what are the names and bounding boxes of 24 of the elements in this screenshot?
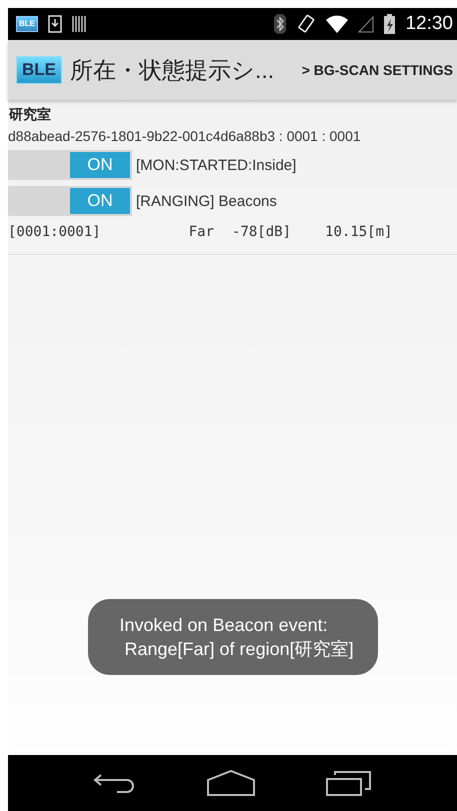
recent-apps-icon[interactable] [326,770,372,796]
beacon-rssi: -78[dB] [232,224,292,240]
app-title: 所在・状態提示シ... [70,56,276,84]
home-icon[interactable] [207,770,256,796]
region-identifier: d88abead-2576-1801-9b22-001c4d6a88b3 : 0001 : 0001 [8,128,362,144]
download-icon [48,15,62,33]
signal-icon [358,15,374,33]
toggle-switch[interactable]: ON [8,186,132,216]
battery-icon [384,14,396,34]
app-logo: BLE [16,56,62,84]
toast-message: Invoked on Beacon event: Range[Far] of region[研究室] [88,599,378,675]
ble-notification-icon: BLE [16,16,38,32]
settings-action[interactable]: > BG-SCAN SETTINGS [302,58,453,82]
status-text: [MON:STARTED:Inside] [136,156,296,174]
beacon-proximity: Far [188,224,214,240]
barcode-icon [72,15,88,33]
beacon-distance: 10.15[m] [325,224,392,240]
beacon-id: [0001:0001] [8,224,101,240]
region-name: 研究室 [8,106,52,124]
status-text: [RANGING] Beacons [136,192,277,210]
wifi-icon [326,15,348,33]
bluetooth-icon [274,14,286,34]
toggle-switch[interactable]: ON [8,150,132,180]
clock: 12:30 [405,13,453,35]
